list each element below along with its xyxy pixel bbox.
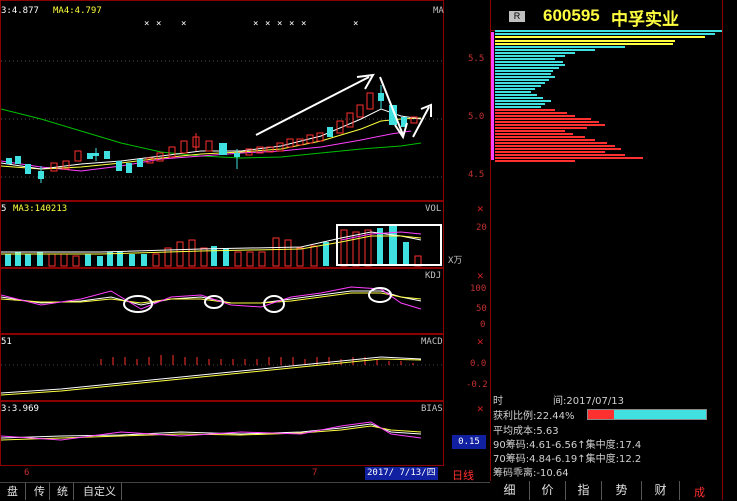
macd-panel[interactable]: 51 MACD (0, 334, 445, 401)
bias-value: 0.15 (452, 435, 486, 449)
price-tick-55: 5.5 (468, 54, 485, 64)
macd-axis: ✕ 0.0 -0.2 (444, 334, 490, 401)
price-tick-45: 4.5 (468, 170, 485, 180)
stock-name: 中孚实业 (611, 10, 679, 30)
kline-chart (1, 60, 445, 183)
chip-90: 90筹码:4.61-6.56↑集中度:17.4 (493, 440, 642, 451)
volume-chart (1, 224, 442, 267)
macd-tick-0: 0.0 (470, 359, 487, 369)
corner-label[interactable]: 成 (694, 484, 705, 500)
stock-code: 600595 (543, 6, 600, 25)
chip-panel: R 600595 中孚实业 时 间:2017/07/13 获利比例:22.44%… (490, 0, 723, 481)
tab-detail[interactable]: 细 (490, 481, 530, 500)
kline-panel[interactable]: 3:4.877 MA4:4.797 MA × × × × × × × × × (0, 0, 445, 201)
tab-price[interactable]: 价 (530, 481, 566, 500)
kdj-chart (1, 286, 422, 313)
kdj-axis: ✕ 100 50 0 (444, 268, 490, 334)
kdj-tick-100: 100 (470, 284, 487, 294)
chip-70: 70筹码:4.84-6.19↑集中度:12.2 (493, 454, 642, 465)
chip-info: 时 间:2017/07/13 获利比例:22.44% 平均成本:5.63 90筹… (491, 390, 723, 480)
bias-close-icon[interactable]: ✕ (477, 402, 484, 415)
tab-index[interactable]: 指 (566, 481, 602, 500)
candles (6, 85, 418, 183)
macd-close-icon[interactable]: ✕ (477, 335, 484, 348)
vol-axis: ✕ 20 X万 (444, 201, 490, 268)
bias-chart (1, 421, 422, 441)
vol-tick-20: 20 (476, 223, 487, 233)
stock-badge: R (509, 11, 525, 22)
ma-white-line (1, 108, 422, 170)
time-value: 间:2017/07/13 (553, 396, 625, 407)
x-date-label: 2017/ 7/13/四 (365, 467, 438, 480)
period-label[interactable]: 日线 (452, 467, 474, 483)
bias-axis: ✕ 0.15 (444, 401, 490, 466)
avg-cost: 平均成本:5.63 (493, 426, 559, 437)
tab-tong[interactable]: 统 (52, 483, 74, 500)
price-axis: 5.5 5.0 4.5 (444, 0, 490, 201)
x-label-6: 6 (24, 468, 30, 478)
tab-finance[interactable]: 财 (642, 481, 680, 500)
x-axis-bar: 6 7 2017/ 7/13/四 日线 (0, 466, 490, 482)
tab-chuan[interactable]: 传 (30, 483, 50, 500)
price-tick-50: 5.0 (468, 112, 485, 122)
tab-trend[interactable]: 势 (602, 481, 642, 500)
macd-chart (1, 355, 445, 396)
profit-bar (587, 409, 707, 420)
x-label-7: 7 (312, 468, 318, 478)
kdj-tick-0: 0 (480, 320, 486, 330)
vol-unit: X万 (448, 256, 463, 266)
time-label: 时 (493, 396, 503, 407)
tab-custom[interactable]: 自定义 (78, 483, 122, 500)
tab-pan[interactable]: 盘 (0, 483, 26, 500)
profit-bar-fill (588, 410, 615, 419)
volume-panel[interactable]: 5 MA3:140213 VOL (0, 201, 444, 268)
right-edge (722, 0, 737, 500)
stock-header: R 600595 中孚实业 (491, 0, 723, 31)
kdj-panel[interactable]: KDJ (0, 268, 444, 334)
vol-close-icon[interactable]: ✕ (477, 202, 484, 215)
bias-panel[interactable]: 3:3.969 BIAS (0, 401, 444, 466)
chip-diff: 筹码乖离:-10.64 (493, 468, 569, 479)
chip-distribution (491, 30, 723, 162)
kdj-tick-50: 50 (476, 304, 487, 314)
macd-tick-neg: -0.2 (466, 380, 488, 390)
kdj-close-icon[interactable]: ✕ (477, 269, 484, 282)
profit-label: 获利比例:22.44% (493, 411, 575, 422)
